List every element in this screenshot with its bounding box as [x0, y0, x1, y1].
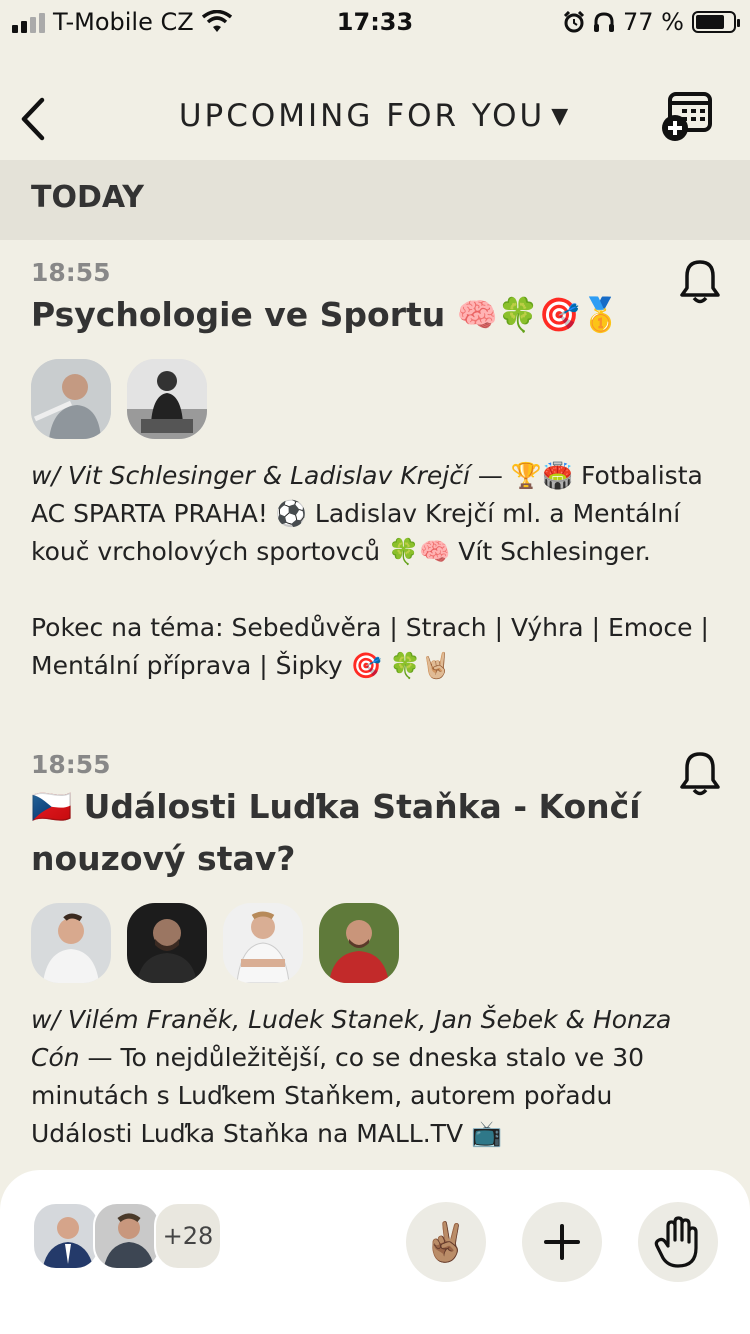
event-hosts: w/ Vit Schlesinger & Ladislav Krejčí	[31, 461, 470, 490]
avatar[interactable]	[127, 359, 207, 439]
event-title: 🇨🇿 Události Luďka Staňka - Končí nouzový…	[31, 787, 641, 878]
battery-icon	[692, 11, 740, 33]
alarm-icon	[563, 11, 585, 33]
avatar[interactable]	[93, 1202, 161, 1270]
headphones-icon	[594, 12, 615, 32]
plus-icon	[544, 1224, 580, 1260]
calendar-plus-icon[interactable]	[660, 88, 716, 144]
event-description: w/ Vit Schlesinger & Ladislav Krejčí — 🏆…	[31, 457, 721, 685]
avatar[interactable]	[223, 903, 303, 983]
event-details: — To nejdůležitější, co se dneska stalo …	[31, 1043, 645, 1148]
battery-percent: 77 %	[623, 8, 684, 36]
nav-bar: UPCOMING FOR YOU ▼	[0, 80, 750, 160]
page-title[interactable]: UPCOMING FOR YOU ▼	[0, 98, 750, 134]
event-description: w/ Vilém Franěk, Ludek Stanek, Jan Šebek…	[31, 1001, 721, 1153]
hand-button[interactable]	[638, 1202, 718, 1282]
status-bar: T-Mobile CZ 17:33 77 %	[0, 0, 750, 44]
bottom-bar: +28 ✌🏽	[0, 1170, 750, 1334]
avatar[interactable]	[319, 903, 399, 983]
speaker-avatars	[31, 903, 719, 983]
event-details: — 🏆🏟️ Fotbalista AC SPARTA PRAHA! ⚽ Ladi…	[31, 461, 709, 680]
avatar[interactable]	[31, 359, 111, 439]
caret-down-icon: ▼	[551, 104, 572, 129]
section-header-today: TODAY	[0, 160, 750, 240]
more-listeners-count[interactable]: +28	[154, 1202, 222, 1270]
event-time: 18:55	[31, 750, 111, 779]
avatar[interactable]	[31, 903, 111, 983]
hand-icon	[654, 1216, 698, 1268]
event-time: 18:55	[31, 258, 111, 287]
bell-icon[interactable]	[678, 750, 722, 798]
avatar[interactable]	[127, 903, 207, 983]
event-card[interactable]: 18:55 Psychologie ve Sportu 🧠🍀🎯🥇 w/ Vit …	[0, 258, 750, 685]
event-title: Psychologie ve Sportu 🧠🍀🎯🥇	[31, 295, 622, 334]
peace-hand-icon: ✌🏽	[422, 1219, 470, 1264]
speaker-avatars	[31, 359, 719, 439]
page-title-text: UPCOMING FOR YOU	[178, 98, 546, 134]
raise-hand-button[interactable]: ✌🏽	[406, 1202, 486, 1282]
avatar[interactable]	[32, 1202, 100, 1270]
add-button[interactable]	[522, 1202, 602, 1282]
event-card[interactable]: 18:55 🇨🇿 Události Luďka Staňka - Končí n…	[0, 750, 750, 1153]
bell-icon[interactable]	[678, 258, 722, 306]
